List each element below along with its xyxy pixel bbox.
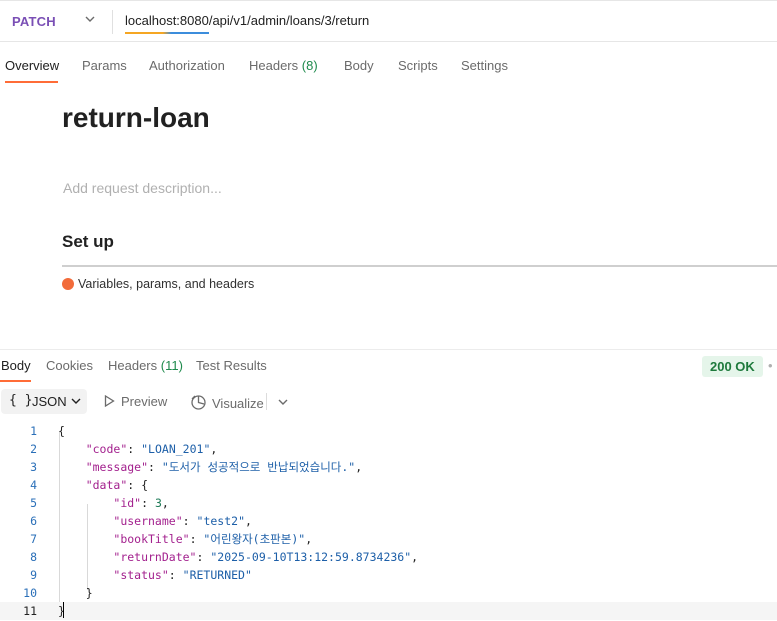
tab-body[interactable]: Body [344, 58, 374, 73]
response-divider[interactable] [0, 349, 777, 350]
response-body-editor[interactable]: 1 { 2 "code": "LOAN_201", 3 "message": "… [0, 422, 777, 620]
description-input[interactable]: Add request description... [63, 180, 222, 196]
code-line: 2 "code": "LOAN_201", [0, 440, 777, 458]
format-label: JSON [32, 394, 67, 409]
tab-overview[interactable]: Overview [5, 58, 59, 73]
code-line: 4 "data": { [0, 476, 777, 494]
response-headers-count-badge: (11) [160, 358, 183, 373]
tab-authorization[interactable]: Authorization [149, 58, 225, 73]
url-input[interactable]: localhost:8080/api/v1/admin/loans/3/retu… [125, 13, 369, 28]
response-tabs: Body Cookies Headers (11) Test Results [0, 358, 777, 384]
line-number: 6 [30, 514, 37, 528]
divider [62, 265, 777, 267]
format-selector[interactable]: { } JSON [1, 389, 87, 414]
json-value-username: test2 [203, 514, 239, 528]
tab-scripts[interactable]: Scripts [398, 58, 438, 73]
request-tabs: Overview Params Authorization Headers (8… [0, 58, 777, 84]
tab-headers-label: Headers [249, 58, 299, 73]
line-number: 8 [30, 550, 37, 564]
json-value-status: RETURNED [189, 568, 245, 582]
status-dot-icon [62, 278, 74, 290]
json-value-id: 3 [154, 496, 162, 510]
active-tab-indicator [5, 81, 58, 83]
braces-icon: { } [9, 393, 33, 408]
divider [112, 10, 113, 34]
headers-count-badge: (8) [301, 58, 318, 73]
chevron-down-icon[interactable] [278, 397, 288, 407]
url-bar: PATCH localhost:8080/api/v1/admin/loans/… [0, 0, 777, 42]
chevron-down-icon [71, 398, 81, 404]
code-line: 9 "status": "RETURNED" [0, 566, 777, 584]
line-number: 3 [30, 460, 37, 474]
json-value-code: LOAN_201 [148, 442, 204, 456]
request-title[interactable]: return-loan [62, 102, 210, 134]
more-dot-icon[interactable]: • [768, 358, 773, 373]
divider [266, 393, 267, 410]
code-line: 3 "message": "도서가 성공적으로 반납되었습니다.", [0, 458, 777, 476]
line-number: 9 [30, 568, 37, 582]
json-value-returndate: 2025-09-10T13:12:59.8734236 [217, 550, 405, 564]
tab-params[interactable]: Params [82, 58, 127, 73]
visualize-icon [191, 395, 206, 410]
code-line-current: 11 } [0, 602, 777, 620]
code-line: 7 "bookTitle": "어린왕자(초판본)", [0, 530, 777, 548]
chevron-down-icon[interactable] [84, 13, 96, 25]
play-icon [104, 394, 115, 408]
setup-item-label: Variables, params, and headers [78, 277, 255, 291]
preview-button[interactable]: Preview [104, 394, 167, 409]
code-line: 6 "username": "test2", [0, 512, 777, 530]
code-line: 5 "id": 3, [0, 494, 777, 512]
code-line: 8 "returnDate": "2025-09-10T13:12:59.873… [0, 548, 777, 566]
tab-headers[interactable]: Headers (8) [249, 58, 318, 73]
tab-response-cookies[interactable]: Cookies [46, 358, 93, 373]
tab-test-results[interactable]: Test Results [196, 358, 267, 373]
code-line: 1 { [0, 422, 777, 440]
line-number: 4 [30, 478, 37, 492]
code-line: 10 } [0, 584, 777, 602]
visualize-button[interactable]: Visualize [190, 394, 264, 411]
line-number: 2 [30, 442, 37, 456]
line-number: 10 [23, 586, 37, 600]
method-selector[interactable]: PATCH [12, 14, 56, 29]
json-value-message: 도서가 성공적으로 반납되었습니다. [168, 460, 349, 474]
active-tab-indicator [0, 380, 31, 382]
visualize-label: Visualize [212, 396, 264, 411]
line-number: 5 [30, 496, 37, 510]
setup-item-variables[interactable]: Variables, params, and headers [62, 277, 254, 291]
tab-response-headers-label: Headers [108, 358, 158, 373]
line-number: 7 [30, 532, 37, 546]
status-badge[interactable]: 200 OK [702, 356, 763, 377]
preview-label: Preview [121, 394, 168, 409]
tab-response-headers[interactable]: Headers (11) [108, 358, 183, 373]
tab-response-body[interactable]: Body [1, 358, 31, 373]
tab-settings[interactable]: Settings [461, 58, 508, 73]
url-variable-underline [125, 32, 209, 34]
json-value-booktitle: 어린왕자(초판본) [210, 532, 299, 546]
response-toolbar: { } JSON Preview Visualize [0, 389, 777, 415]
line-number: 1 [30, 424, 37, 438]
line-number: 11 [23, 604, 37, 618]
text-cursor [63, 602, 64, 618]
setup-heading: Set up [62, 232, 114, 251]
